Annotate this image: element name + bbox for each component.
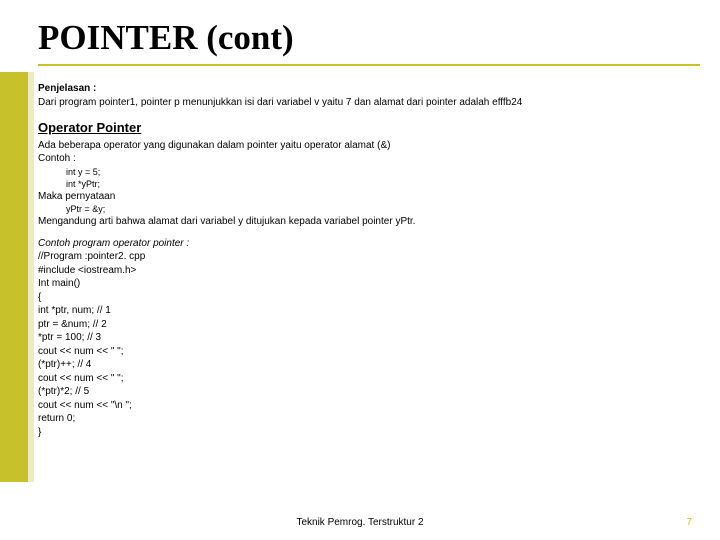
prog-line: cout << num << " "; (38, 345, 700, 359)
prog-line: ptr = &num; // 2 (38, 318, 700, 332)
footer-center: Teknik Pemrog. Terstruktur 2 (0, 517, 720, 528)
prog-line: //Program :pointer2. cpp (38, 250, 700, 264)
meaning-line: Mengandung arti bahwa alamat dari variab… (38, 215, 700, 229)
prog-line: (*ptr)*2; // 5 (38, 385, 700, 399)
prog-line: (*ptr)++; // 4 (38, 358, 700, 372)
prog-line: *ptr = 100; // 3 (38, 331, 700, 345)
prog-line: int *ptr, num; // 1 (38, 304, 700, 318)
penjelasan-label: Penjelasan : (38, 82, 700, 96)
prog-line: } (38, 426, 700, 440)
operator-line1: Ada beberapa operator yang digunakan dal… (38, 139, 700, 153)
prog-line: Int main() (38, 277, 700, 291)
program-label: Contoh program operator pointer : (38, 237, 700, 251)
code-line-1: int y = 5; (38, 166, 700, 178)
page-title: POINTER (cont) (38, 18, 700, 66)
maka-line: Maka pernyataan (38, 190, 700, 204)
prog-line: cout << num << " "; (38, 372, 700, 386)
page-number: 7 (686, 517, 692, 528)
code-line-3: yPtr = &y; (38, 203, 700, 215)
penjelasan-text: Dari program pointer1, pointer p menunju… (38, 96, 700, 110)
prog-line: { (38, 291, 700, 305)
prog-line: cout << num << "\n "; (38, 399, 700, 413)
section-heading: Operator Pointer (38, 119, 700, 137)
accent-bar (0, 72, 28, 482)
prog-line: return 0; (38, 412, 700, 426)
body-text: Penjelasan : Dari program pointer1, poin… (38, 82, 700, 439)
slide-content: POINTER (cont) Penjelasan : Dari program… (38, 18, 700, 439)
prog-line: #include <iostream.h> (38, 264, 700, 278)
contoh-label: Contoh : (38, 152, 700, 166)
code-line-2: int *yPtr; (38, 178, 700, 190)
